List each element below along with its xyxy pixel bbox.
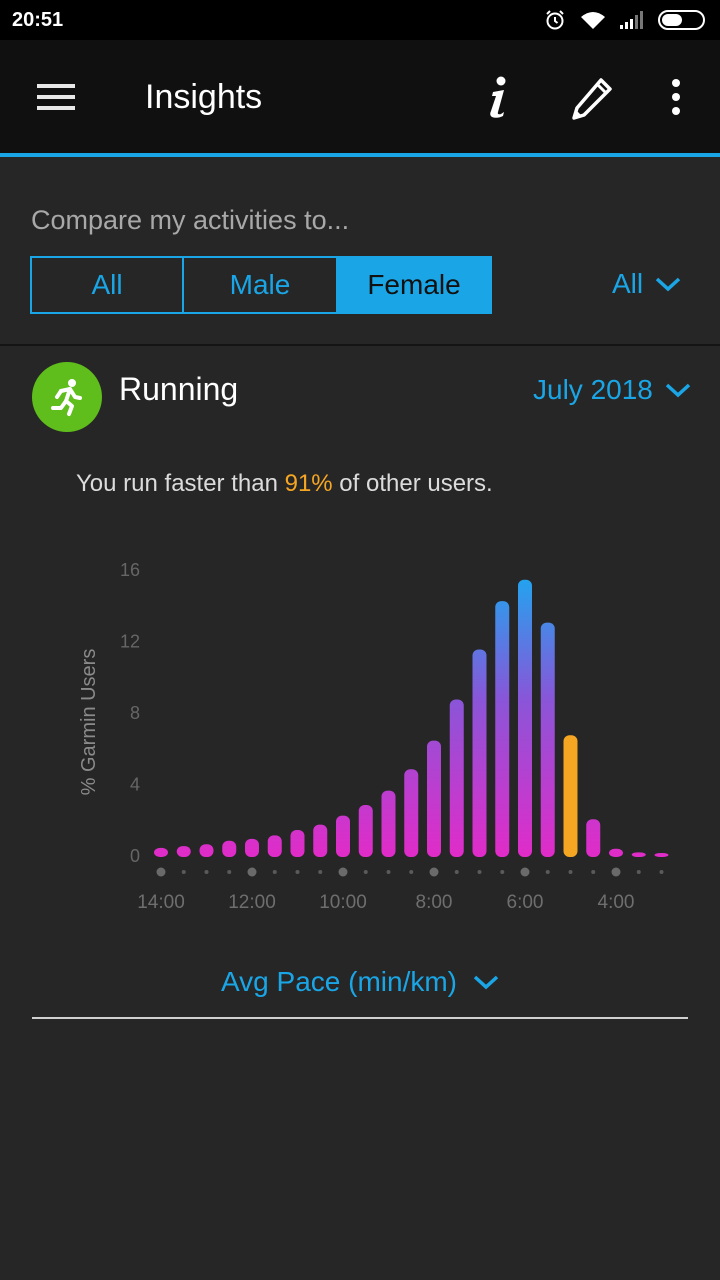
wifi-icon: [581, 12, 605, 29]
running-icon-badge: [32, 362, 102, 432]
segment-male[interactable]: Male: [184, 256, 338, 314]
x-axis-dot: [545, 870, 550, 874]
chart-bar: [609, 848, 623, 857]
edit-button[interactable]: [566, 70, 618, 126]
chart-bar: [199, 844, 214, 857]
chart-bar: [540, 622, 555, 857]
x-axis-dot: [477, 870, 482, 874]
status-bar: 20:51: [0, 0, 720, 40]
segment-female[interactable]: Female: [336, 256, 492, 314]
x-axis-dot: [386, 870, 391, 874]
chart-bar: [176, 846, 191, 857]
x-axis-dot: [204, 870, 209, 874]
chart-bar: [404, 769, 419, 857]
app-bar: Insights: [0, 40, 720, 153]
y-tick-label: 16: [120, 560, 140, 580]
y-axis-title: % Garmin Users: [78, 649, 100, 796]
y-tick-label: 12: [120, 632, 140, 652]
x-tick-label: 10:00: [319, 892, 367, 913]
more-vert-icon: [672, 79, 680, 115]
y-tick-label: 0: [130, 846, 140, 866]
x-axis-dot: [500, 870, 505, 874]
status-time: 20:51: [12, 9, 64, 31]
running-icon: [51, 379, 82, 416]
x-tick-label: 14:00: [137, 892, 185, 913]
x-axis-dot: [454, 870, 459, 874]
edit-icon: [572, 78, 612, 120]
chevron-down-icon: [473, 975, 499, 990]
chevron-down-icon: [665, 383, 691, 398]
x-tick-label: 6:00: [507, 892, 544, 913]
x-axis-dot: [611, 867, 621, 877]
chart-bar: [267, 835, 282, 857]
x-tick-label: 4:00: [598, 892, 635, 913]
chart-bar: [586, 819, 601, 857]
age-filter-value: All: [612, 268, 644, 299]
alarm-icon: [546, 10, 564, 30]
summary-prefix: You run faster than: [76, 470, 285, 497]
info-button[interactable]: [478, 68, 518, 124]
x-axis-dot: [520, 867, 530, 877]
x-tick-label: 12:00: [228, 892, 276, 913]
x-axis-dot: [181, 870, 186, 874]
compare-label: Compare my activities to...: [31, 205, 350, 235]
x-axis-dot: [568, 870, 573, 874]
chart-bar: [245, 838, 259, 857]
chart-bar: [654, 853, 669, 857]
info-icon: [490, 76, 506, 118]
x-axis-dot: [272, 870, 277, 874]
section-divider: [0, 344, 720, 346]
x-axis-dot: [659, 870, 664, 874]
x-axis-dot: [227, 870, 232, 874]
x-axis-dot: [409, 870, 414, 874]
metric-divider: [32, 1017, 688, 1019]
period-dropdown[interactable]: July 2018: [533, 374, 691, 406]
summary-percent: 91%: [284, 470, 333, 497]
chart-bar: [313, 824, 328, 857]
menu-button[interactable]: [28, 76, 84, 120]
activity-title: Running: [119, 371, 239, 407]
chevron-down-icon: [655, 277, 681, 292]
x-axis-dot: [363, 870, 368, 874]
metric-dropdown[interactable]: Avg Pace (min/km): [0, 966, 720, 998]
metric-label: Avg Pace (min/km): [221, 966, 457, 997]
more-options-button[interactable]: [660, 70, 692, 126]
chart-bar: [358, 804, 373, 857]
x-tick-label: 8:00: [416, 892, 453, 913]
chart-bar: [495, 601, 510, 857]
chart-bar: [222, 840, 237, 857]
chart-bar: [336, 815, 350, 857]
chart-bar: [472, 649, 487, 857]
chart-bar: [449, 699, 464, 857]
x-axis-dot: [247, 867, 257, 877]
battery-icon: [658, 10, 705, 30]
age-filter-dropdown[interactable]: All: [612, 268, 681, 300]
x-axis-dot: [318, 870, 323, 874]
status-icons: [544, 8, 708, 32]
x-axis-dot: [156, 867, 166, 877]
y-tick-label: 4: [130, 775, 140, 795]
x-axis-dot: [636, 870, 641, 874]
chart-bar: [631, 852, 646, 857]
chart-bar: [427, 740, 441, 857]
x-axis-dot: [591, 870, 596, 874]
page-title: Insights: [145, 78, 263, 116]
period-value: July 2018: [533, 374, 653, 405]
x-axis-dot: [429, 867, 439, 877]
x-axis-dot: [338, 867, 348, 877]
chart-bar: [154, 847, 168, 857]
hamburger-menu-icon: [37, 84, 75, 110]
chart-bar: [518, 579, 532, 857]
pace-distribution-chart: % Garmin Users 0 4 8 12 16 14:00 12:00 10:00 8:00…: [78, 560, 669, 913]
signal-icon: [620, 11, 643, 29]
summary-suffix: of other users.: [332, 470, 493, 497]
x-axis-dot: [295, 870, 300, 874]
chart-bar: [381, 790, 396, 857]
y-tick-label: 8: [130, 703, 140, 723]
chart-bar: [290, 829, 305, 857]
app-bar-accent-line: [0, 153, 720, 157]
segment-all[interactable]: All: [30, 256, 184, 314]
chart-bar: [563, 735, 578, 857]
summary-text: You run faster than 91% of other users.: [76, 470, 493, 498]
